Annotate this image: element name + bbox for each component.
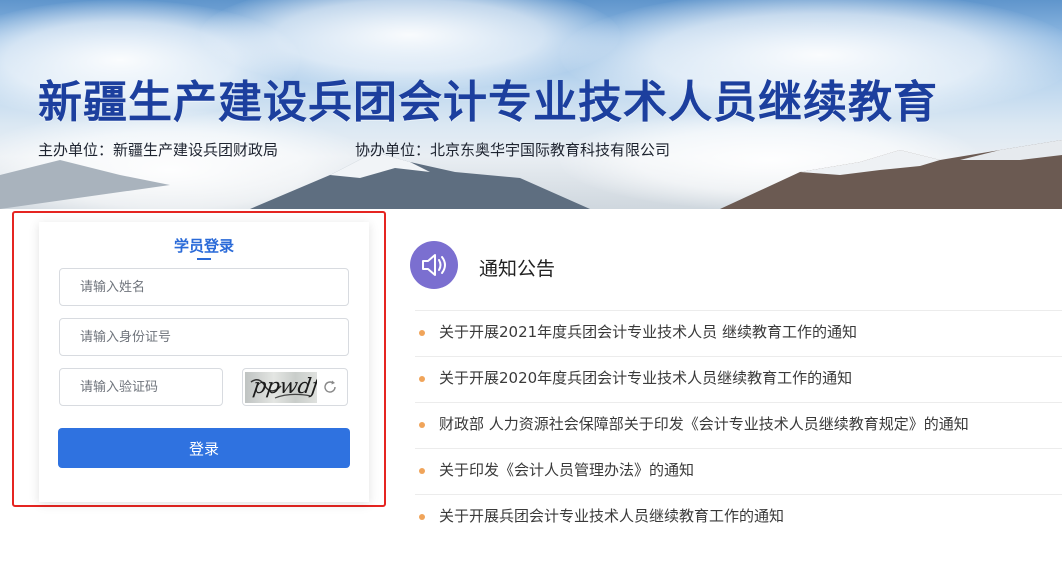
bullet-dot (419, 422, 425, 428)
notice-link[interactable]: 关于开展兵团会计专业技术人员继续教育工作的通知 (439, 505, 784, 526)
notice-item[interactable]: 关于开展2021年度兵团会计专业技术人员 继续教育工作的通知 (415, 310, 1062, 356)
co-organizer-text: 协办单位：北京东奥华宇国际教育科技有限公司 (355, 141, 671, 159)
notice-link[interactable]: 财政部 人力资源社会保障部关于印发《会计专业技术人员继续教育规定》的通知 (439, 413, 969, 434)
bullet-dot (419, 330, 425, 336)
header-banner: 新疆生产建设兵团会计专业技术人员继续教育 主办单位：新疆生产建设兵团财政局 协办… (0, 0, 1062, 209)
captcha-image[interactable]: ppwdf (245, 372, 317, 403)
login-button[interactable]: 登录 (58, 428, 350, 468)
bullet-dot (419, 514, 425, 520)
notice-item[interactable]: 财政部 人力资源社会保障部关于印发《会计专业技术人员继续教育规定》的通知 (415, 402, 1062, 448)
notice-item[interactable]: 关于开展兵团会计专业技术人员继续教育工作的通知 (415, 494, 1062, 540)
site-title: 新疆生产建设兵团会计专业技术人员继续教育 (38, 77, 938, 128)
login-panel: 学员登录 ppwdf 登录 (39, 222, 369, 502)
notice-link[interactable]: 关于印发《会计人员管理办法》的通知 (439, 459, 694, 480)
notice-icon-circle (410, 241, 458, 289)
notice-list: 关于开展2021年度兵团会计专业技术人员 继续教育工作的通知 关于开展2020年… (415, 310, 1062, 540)
login-title-underline (197, 258, 211, 260)
bullet-dot (419, 468, 425, 474)
captcha-box: ppwdf (242, 368, 348, 406)
notice-link[interactable]: 关于开展2020年度兵团会计专业技术人员继续教育工作的通知 (439, 367, 852, 388)
notice-item[interactable]: 关于印发《会计人员管理办法》的通知 (415, 448, 1062, 494)
id-number-input[interactable] (59, 318, 349, 356)
notice-item[interactable]: 关于开展2020年度兵团会计专业技术人员继续教育工作的通知 (415, 356, 1062, 402)
bullet-dot (419, 376, 425, 382)
name-input[interactable] (59, 268, 349, 306)
notice-link[interactable]: 关于开展2021年度兵团会计专业技术人员 继续教育工作的通知 (439, 321, 857, 342)
notice-title: 通知公告 (479, 258, 556, 280)
login-title: 学员登录 (173, 237, 234, 255)
organizer-text: 主办单位：新疆生产建设兵团财政局 (38, 141, 279, 159)
captcha-text: ppwdf (251, 374, 317, 398)
captcha-input[interactable] (59, 368, 223, 406)
refresh-icon[interactable] (322, 379, 338, 395)
speaker-icon (422, 254, 446, 276)
